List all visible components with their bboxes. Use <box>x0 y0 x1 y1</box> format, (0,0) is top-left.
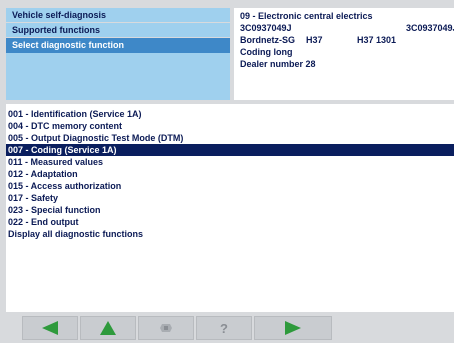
function-item-011[interactable]: 011 - Measured values <box>6 156 454 168</box>
coding-type: Coding long <box>240 47 293 57</box>
function-item-022[interactable]: 022 - End output <box>6 216 454 228</box>
diagnostic-function-list: 001 - Identification (Service 1A) 004 - … <box>6 104 454 312</box>
arrow-up-icon <box>99 320 117 336</box>
ecu-title: 09 - Electronic central electrics <box>240 11 373 21</box>
ecu-info-panel: 09 - Electronic central electrics 3C0937… <box>234 8 454 100</box>
function-item-004[interactable]: 004 - DTC memory content <box>6 120 454 132</box>
help-icon: ? <box>220 320 228 336</box>
part-number-row: 3C0937049J 3C0937049J <box>240 22 454 34</box>
function-item-007[interactable]: 007 - Coding (Service 1A) <box>6 144 454 156</box>
back-button[interactable] <box>22 316 78 340</box>
version-right: H37 1301 <box>357 35 397 45</box>
function-item-012[interactable]: 012 - Adaptation <box>6 168 454 180</box>
print-icon <box>159 322 173 334</box>
menu-item-vehicle-self-diagnosis[interactable]: Vehicle self-diagnosis <box>6 8 230 23</box>
component-name: Bordnetz-SG <box>240 35 295 45</box>
function-item-023[interactable]: 023 - Special function <box>6 204 454 216</box>
dealer-number: Dealer number 28 <box>240 59 316 69</box>
function-item-display-all[interactable]: Display all diagnostic functions <box>6 228 454 240</box>
arrow-left-icon <box>40 320 60 336</box>
function-item-017[interactable]: 017 - Safety <box>6 192 454 204</box>
print-button[interactable] <box>138 316 194 340</box>
up-button[interactable] <box>80 316 136 340</box>
part-number-left: 3C0937049J <box>240 23 292 33</box>
part-number-right: 3C0937049J <box>406 23 454 33</box>
bottom-toolbar: ? <box>6 314 454 343</box>
version-left: H37 <box>306 35 323 45</box>
menu-item-select-diagnostic-function[interactable]: Select diagnostic function <box>6 38 230 53</box>
forward-button[interactable] <box>254 316 332 340</box>
help-button[interactable]: ? <box>196 316 252 340</box>
function-item-005[interactable]: 005 - Output Diagnostic Test Mode (DTM) <box>6 132 454 144</box>
arrow-right-icon <box>283 320 303 336</box>
function-item-001[interactable]: 001 - Identification (Service 1A) <box>6 108 454 120</box>
component-row: Bordnetz-SG H37 H37 1301 <box>240 34 448 46</box>
function-item-015[interactable]: 015 - Access authorization <box>6 180 454 192</box>
diagnostic-window: Vehicle self-diagnosis Supported functio… <box>0 0 454 343</box>
menu-item-supported-functions[interactable]: Supported functions <box>6 23 230 38</box>
navigation-menu: Vehicle self-diagnosis Supported functio… <box>6 8 230 100</box>
